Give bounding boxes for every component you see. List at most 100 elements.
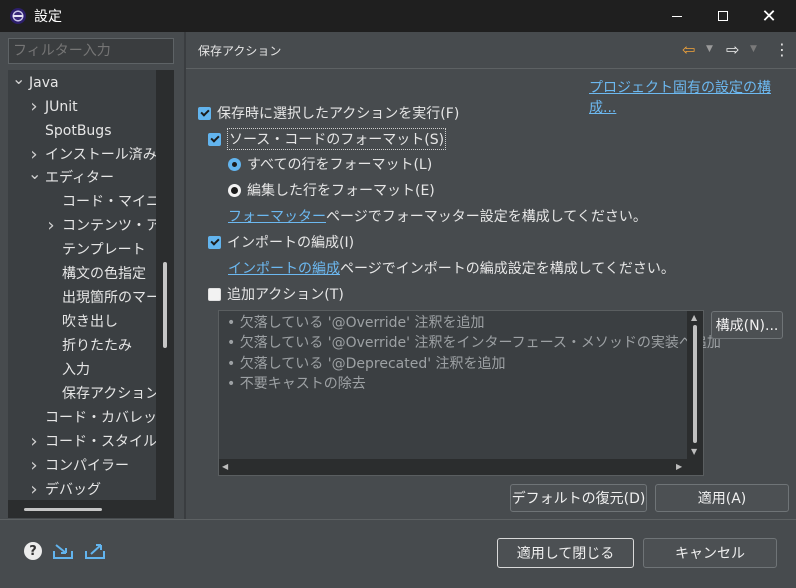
chevron-down-icon[interactable]: ⌄ [12,72,25,94]
chevron-right-icon[interactable]: › [28,431,40,453]
tree-item-label: コンパイラー [45,458,129,474]
additional-actions-label: 追加アクション(T) [227,287,344,303]
formatter-hint: フォーマッター ページでフォーマッター設定を構成してください。 [228,205,647,227]
organize-imports-link[interactable]: インポートの編成 [228,258,340,278]
tree-hscroll-thumb[interactable] [24,508,102,511]
chevron-right-icon[interactable]: › [28,479,40,501]
radio-selected-icon[interactable] [228,157,241,171]
tree-item[interactable]: › コンパイラー [28,455,156,477]
filter-input[interactable] [8,38,174,64]
back-history-dropdown-icon[interactable]: ▼ [706,44,713,54]
page-title: 保存アクション [198,44,282,58]
tree-item[interactable]: SpotBugs [28,120,156,142]
actions-horizontal-scrollbar[interactable] [219,459,703,475]
scroll-right-arrow-icon[interactable]: ▶ [676,462,682,471]
tree-item[interactable]: 構文の色指定 [45,263,156,285]
tree-item-label: デバッグ [45,482,101,498]
spacer-icon [45,191,57,213]
maximize-icon [718,11,728,21]
organize-imports-checkbox[interactable]: インポートの編成(I) [208,231,354,253]
more-menu-icon[interactable]: ⋮ [774,40,790,59]
tree-item-label: 出現箇所のマー [62,290,156,306]
tree-item[interactable]: › コンテンツ・アシス [45,215,156,237]
forward-history-dropdown-icon[interactable]: ▼ [750,44,757,54]
apply-button[interactable]: 適用(A) [655,484,789,512]
checkbox-unchecked-icon[interactable] [208,287,221,301]
tree-item[interactable]: 吹き出し [45,311,156,333]
additional-actions-list[interactable]: • 欠落している '@Override' 注釈を追加 • 欠落している '@Ov… [218,310,721,476]
tree-item[interactable]: 入力 [45,359,156,381]
tree-scroll-thumb[interactable] [163,262,167,348]
tree-item[interactable]: 保存アクション [45,383,156,405]
tree-item-label: 折りたたみ [62,338,132,354]
actions-vscroll-thumb[interactable] [693,325,697,443]
formatter-link[interactable]: フォーマッター [228,206,326,226]
cancel-button[interactable]: キャンセル [643,538,777,568]
maximize-button[interactable] [700,0,746,32]
tree-item[interactable]: › インストール済みの [28,144,156,166]
format-all-lines-radio[interactable]: すべての行をフォーマット(L) [228,153,432,175]
configure-button[interactable]: 構成(N)... [711,311,783,339]
tree-item[interactable]: テンプレート [45,239,156,261]
back-arrow-icon[interactable]: ⇦ [682,40,695,59]
imports-hint-text: ページでインポートの編成設定を構成してください。 [340,261,675,277]
apply-and-close-button[interactable]: 適用して閉じる [497,538,634,568]
tree-item[interactable]: 出現箇所のマー [45,287,156,309]
tree-item-label: JUnit [45,99,78,115]
tree-item-label: コード・カバレッジ [45,410,156,426]
chevron-right-icon[interactable]: › [28,96,40,118]
tree-item-label: インストール済みの [45,147,156,163]
restore-defaults-button[interactable]: デフォルトの復元(D) [510,484,647,512]
tree-item-label: テンプレート [62,242,146,258]
eclipse-app-icon [10,8,26,24]
forward-arrow-icon[interactable]: ⇨ [726,40,739,59]
tree-item-label: コンテンツ・アシス [62,218,156,234]
tree-item-label: Java [29,75,59,91]
tree-item[interactable]: ⌄ エディター [28,167,156,189]
perform-on-save-checkbox[interactable]: 保存時に選択したアクションを実行(F) [198,102,459,124]
tree-item[interactable]: › JUnit [28,96,156,118]
scroll-left-arrow-icon[interactable]: ◀ [222,462,228,471]
list-item: • 不要キャストの除去 [227,376,366,392]
chevron-right-icon[interactable]: › [28,455,40,477]
chevron-down-icon[interactable]: ⌄ [28,167,41,189]
format-all-lines-label: すべての行をフォーマット(L) [247,157,433,173]
header-separator [186,68,796,69]
tree-item[interactable]: コード・カバレッジ [28,407,156,429]
imports-hint: インポートの編成 ページでインポートの編成設定を構成してください。 [228,257,675,279]
export-icon[interactable] [84,542,106,560]
pane-divider[interactable] [184,32,186,520]
chevron-right-icon[interactable]: › [45,215,57,237]
tree-item[interactable]: ⌄ Java [12,72,156,94]
tree-item[interactable]: › デバッグ [28,479,156,501]
list-item: • 欠落している '@Deprecated' 注釈を追加 [227,356,506,372]
tree-item[interactable]: コード・マイニング [45,191,156,213]
project-settings-link[interactable]: プロジェクト固有の設定の構成... [589,77,796,117]
close-button[interactable]: ✕ [746,0,792,32]
format-edited-lines-radio[interactable]: 編集した行をフォーマット(E) [228,179,435,201]
scroll-up-arrow-icon[interactable]: ▲ [691,313,697,322]
checkbox-checked-icon[interactable] [208,132,221,146]
chevron-right-icon[interactable]: › [28,144,40,166]
tree-item-label: 構文の色指定 [62,266,146,282]
minimize-button[interactable] [654,0,700,32]
tree-item-label: コード・スタイル [45,434,156,450]
organize-imports-label: インポートの編成(I) [227,235,355,251]
scroll-down-arrow-icon[interactable]: ▼ [691,447,697,456]
minimize-icon [672,15,682,17]
checkbox-checked-icon[interactable] [198,106,211,120]
window-title: 設定 [34,9,62,25]
format-source-checkbox[interactable]: ソース・コードのフォーマット(S) [208,128,447,150]
additional-actions-checkbox[interactable]: 追加アクション(T) [208,283,344,305]
import-icon[interactable] [52,542,74,560]
help-icon[interactable]: ? [24,542,42,560]
tree-item[interactable]: 折りたたみ [45,335,156,357]
tree-item-label: 入力 [62,362,90,378]
list-item: • 欠落している '@Override' 注釈を追加 [227,315,485,331]
checkbox-checked-icon[interactable] [208,235,221,249]
tree-item[interactable]: › コード・スタイル [28,431,156,453]
perform-on-save-label: 保存時に選択したアクションを実行(F) [217,106,460,122]
radio-unselected-icon[interactable] [228,183,241,197]
spacer-icon [45,359,57,381]
formatter-hint-text: ページでフォーマッター設定を構成してください。 [326,209,647,225]
